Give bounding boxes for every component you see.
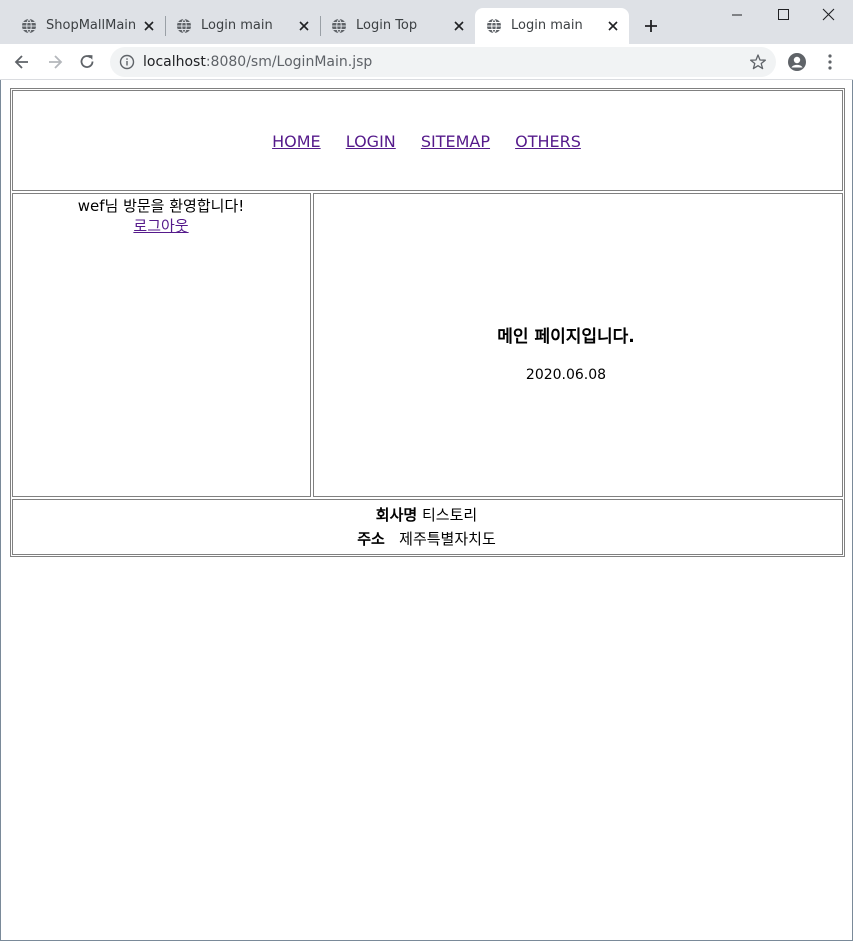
address-value: 제주특별자치도	[399, 530, 496, 548]
page-viewport: HOME LOGIN SITEMAP OTHERS wef님 방문을 환영합니다…	[0, 80, 853, 941]
globe-icon	[22, 18, 36, 34]
close-icon[interactable]	[452, 19, 466, 33]
nav-login-link[interactable]: LOGIN	[346, 132, 396, 151]
tab-shopmallmain[interactable]: ShopMallMain JSP	[10, 8, 165, 44]
nav-home-link[interactable]: HOME	[272, 132, 321, 151]
forward-arrow-icon[interactable]	[45, 52, 65, 72]
address-toolbar: localhost:8080/sm/LoginMain.jsp	[0, 44, 853, 80]
minimize-icon[interactable]	[714, 0, 760, 30]
new-tab-icon[interactable]	[641, 16, 661, 36]
logout-link[interactable]: 로그아웃	[133, 217, 188, 235]
info-icon[interactable]	[119, 54, 135, 70]
welcome-text: wef님 방문을 환영합니다!	[77, 197, 245, 215]
globe-icon	[332, 18, 346, 34]
tab-login-main-active[interactable]: Login main	[475, 8, 629, 44]
maximize-icon[interactable]	[760, 0, 806, 30]
close-icon[interactable]	[606, 19, 620, 33]
tab-title: Login main	[201, 18, 273, 33]
nav-sitemap-link[interactable]: SITEMAP	[421, 132, 490, 151]
tab-login-top[interactable]: Login Top	[320, 8, 475, 44]
close-icon[interactable]	[297, 19, 311, 33]
main-date: 2020.06.08	[525, 367, 607, 383]
tab-strip: ShopMallMain JSP Login main Login Top	[0, 0, 853, 44]
tab-login-main[interactable]: Login main	[165, 8, 320, 44]
globe-icon	[177, 18, 191, 34]
address-bar[interactable]: localhost:8080/sm/LoginMain.jsp	[110, 47, 776, 77]
close-icon[interactable]	[142, 19, 156, 33]
reload-icon[interactable]	[77, 52, 97, 72]
footer-address: 주소 제주특별자치도	[1, 527, 852, 551]
main-title: 메인 페이지입니다.	[497, 327, 635, 347]
sidebar-cell	[12, 193, 311, 497]
kebab-menu-icon[interactable]	[820, 52, 840, 72]
tab-title: Login Top	[356, 18, 418, 33]
tab-title: ShopMallMain JSP	[46, 18, 138, 33]
sidebar-welcome: wef님 방문을 환영합니다! 로그아웃	[12, 196, 310, 236]
tab-title: Login main	[511, 18, 583, 33]
company-label: 회사명	[375, 506, 418, 524]
top-nav: HOME LOGIN SITEMAP OTHERS	[1, 132, 852, 151]
star-icon[interactable]	[749, 53, 767, 71]
company-value: 티스토리	[421, 506, 478, 524]
back-arrow-icon[interactable]	[12, 52, 32, 72]
profile-icon[interactable]	[787, 52, 807, 72]
url-text: localhost:8080/sm/LoginMain.jsp	[143, 54, 372, 71]
address-label: 주소	[357, 530, 385, 548]
footer: 회사명 티스토리 주소 제주특별자치도	[1, 503, 852, 551]
url-host: localhost	[143, 54, 206, 70]
nav-others-link[interactable]: OTHERS	[515, 132, 581, 151]
globe-icon	[487, 18, 501, 34]
window-close-icon[interactable]	[806, 0, 852, 30]
footer-company: 회사명 티스토리	[1, 503, 852, 527]
url-path: :8080/sm/LoginMain.jsp	[205, 54, 373, 70]
